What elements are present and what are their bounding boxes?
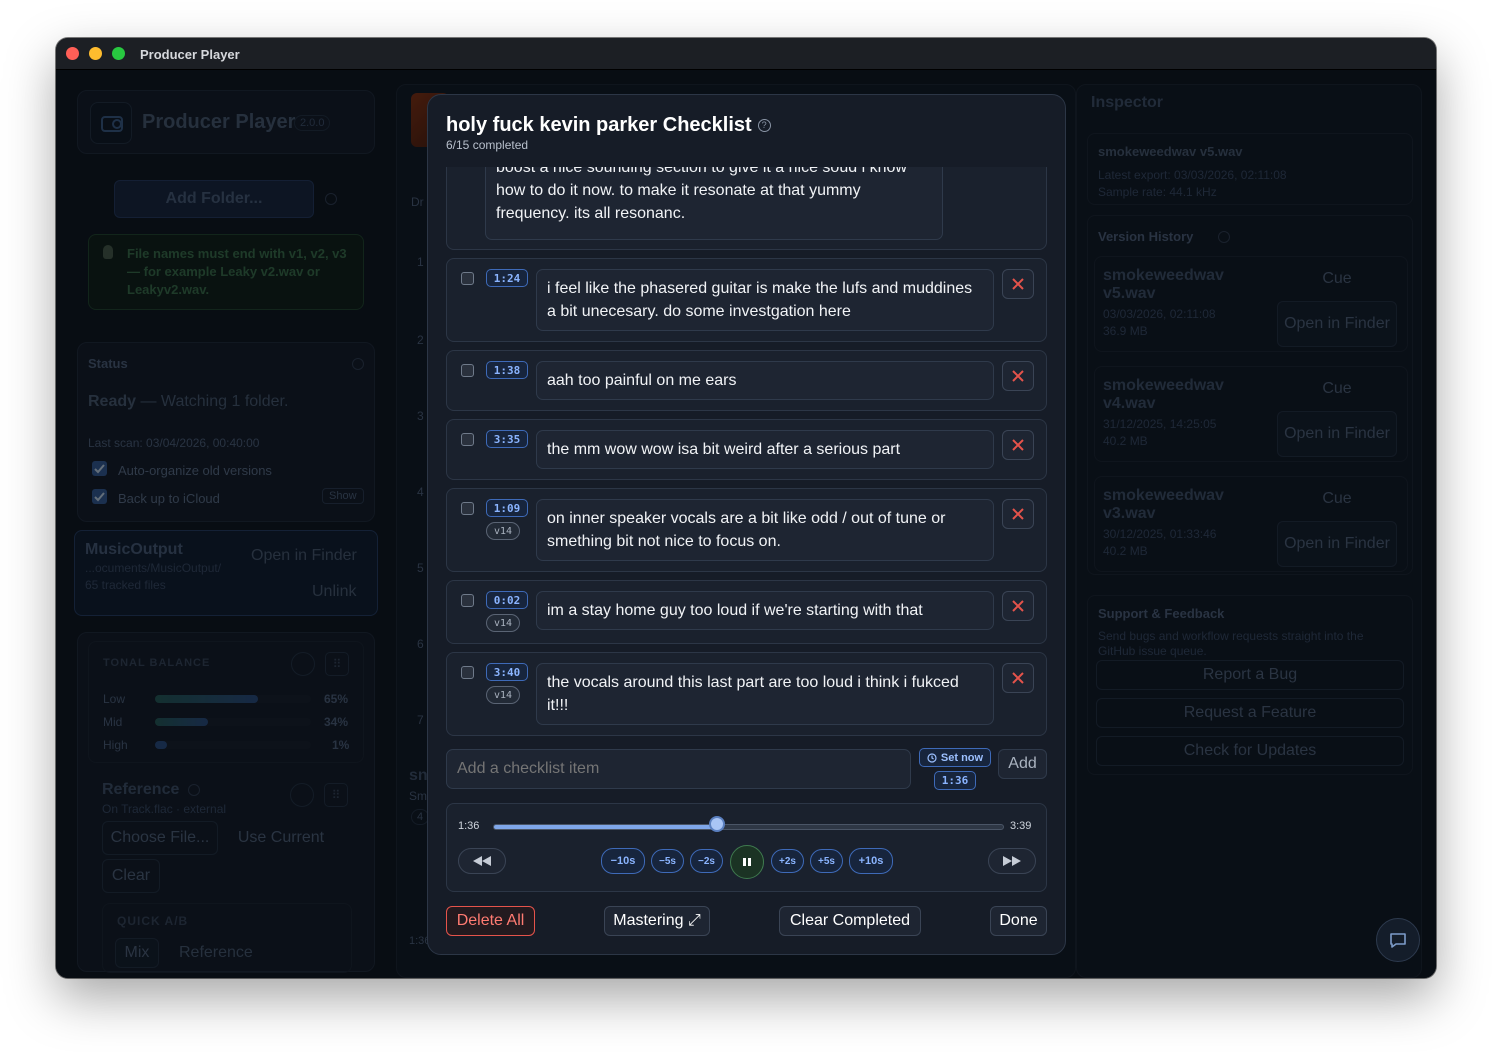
seek-handle[interactable] (708, 816, 725, 832)
checklist-item: 1:38 aah too painful on me ears (446, 350, 1047, 411)
feedback-chat-button[interactable] (1376, 918, 1420, 962)
checklist-item-text[interactable]: the vocals around this last part are too… (536, 663, 994, 725)
close-icon (1012, 439, 1024, 451)
skip-back-5-button[interactable]: −5s (651, 849, 684, 873)
version-badge: v14 (486, 614, 520, 632)
delete-item-button[interactable] (1002, 591, 1034, 621)
title-bar: Producer Player (56, 38, 1436, 70)
add-item-button[interactable]: Add (998, 749, 1047, 779)
close-window-button[interactable] (66, 47, 79, 60)
minimize-window-button[interactable] (89, 47, 102, 60)
timestamp-badge[interactable]: 1:38 (486, 361, 528, 379)
new-item-input[interactable] (446, 749, 911, 789)
version-badge: v14 (486, 522, 520, 540)
mini-player: 1:36 3:39 −10s −5s −2s +2s +5s +10s (446, 803, 1047, 892)
delete-item-button[interactable] (1002, 269, 1034, 299)
done-button[interactable]: Done (990, 906, 1047, 936)
delete-item-button[interactable] (1002, 430, 1034, 460)
close-icon (1012, 508, 1024, 520)
checklist-item-text[interactable]: aah too painful on me ears (536, 361, 994, 400)
timestamp-badge[interactable]: 1:24 (486, 269, 528, 287)
checklist-item: 1:09 v14 on inner speaker vocals are a b… (446, 488, 1047, 572)
next-button[interactable] (988, 848, 1036, 874)
rewind-icon (473, 856, 491, 866)
checklist-item: 3:40 v14 the vocals around this last par… (446, 652, 1047, 736)
checklist-item: 3:35 the mm wow wow isa bit weird after … (446, 419, 1047, 480)
item-checkbox[interactable] (461, 502, 474, 515)
close-icon (1012, 672, 1024, 684)
skip-forward-2-button[interactable]: +2s (771, 849, 804, 873)
skip-back-2-button[interactable]: −2s (690, 849, 723, 873)
timestamp-badge[interactable]: 3:35 (486, 430, 528, 448)
item-checkbox[interactable] (461, 433, 474, 446)
checklist-item: 0:02 v14 im a stay home guy too loud if … (446, 580, 1047, 644)
current-time: 1:36 (458, 820, 480, 832)
checklist-items[interactable]: boost a nice sounding section to give it… (446, 167, 1047, 737)
item-checkbox[interactable] (461, 594, 474, 607)
version-badge: v14 (486, 686, 520, 704)
checklist-item-text[interactable]: on inner speaker vocals are a bit like o… (536, 499, 994, 561)
zoom-window-button[interactable] (112, 47, 125, 60)
checklist-item: 1:24 i feel like the phasered guitar is … (446, 258, 1047, 342)
checklist-item-text[interactable]: boost a nice sounding section to give it… (485, 167, 943, 240)
mastering-button[interactable]: Mastering ⤢ (604, 906, 710, 936)
help-icon[interactable]: ? (757, 119, 771, 133)
item-checkbox[interactable] (461, 272, 474, 285)
checklist-item-text[interactable]: im a stay home guy too loud if we're sta… (536, 591, 994, 630)
modal-title: holy fuck kevin parker Checklist? (446, 114, 771, 137)
set-now-label: Set now (940, 751, 984, 764)
pause-button[interactable] (730, 845, 764, 879)
pause-icon (743, 858, 751, 866)
completion-count: 6/15 completed (446, 138, 529, 152)
skip-back-10-button[interactable]: −10s (601, 848, 645, 874)
item-timestamp[interactable]: 1:36 (934, 771, 976, 790)
timestamp-badge[interactable]: 0:02 (486, 591, 528, 609)
timestamp-badge[interactable]: 1:09 (486, 499, 528, 517)
duration: 3:39 (1010, 820, 1032, 832)
delete-item-button[interactable] (1002, 663, 1034, 693)
delete-item-button[interactable] (1002, 361, 1034, 391)
seek-bar[interactable] (493, 824, 1004, 830)
close-icon (1012, 370, 1024, 382)
close-icon (1012, 278, 1024, 290)
item-checkbox[interactable] (461, 364, 474, 377)
previous-button[interactable] (458, 848, 506, 874)
set-now-button[interactable]: Set now (919, 748, 991, 767)
checklist-modal: holy fuck kevin parker Checklist? 6/15 c… (427, 94, 1066, 955)
delete-all-button[interactable]: Delete All (446, 906, 535, 936)
checklist-item-text[interactable]: i feel like the phasered guitar is make … (536, 269, 994, 331)
delete-item-button[interactable] (1002, 499, 1034, 529)
clock-icon (927, 752, 937, 763)
timestamp-badge[interactable]: 3:40 (486, 663, 528, 681)
app-window: Producer Player Producer Player 2.0.0 Ad… (56, 38, 1436, 978)
skip-forward-10-button[interactable]: +10s (849, 848, 893, 874)
close-icon (1012, 600, 1024, 612)
checklist-item-text[interactable]: the mm wow wow isa bit weird after a ser… (536, 430, 994, 469)
fast-forward-icon (1003, 856, 1021, 866)
clear-completed-button[interactable]: Clear Completed (779, 906, 921, 936)
item-checkbox[interactable] (461, 666, 474, 679)
chat-icon (1390, 933, 1406, 948)
window-title: Producer Player (140, 47, 240, 62)
seek-bar-fill (494, 825, 717, 829)
skip-forward-5-button[interactable]: +5s (810, 849, 843, 873)
checklist-item: boost a nice sounding section to give it… (446, 167, 1047, 250)
